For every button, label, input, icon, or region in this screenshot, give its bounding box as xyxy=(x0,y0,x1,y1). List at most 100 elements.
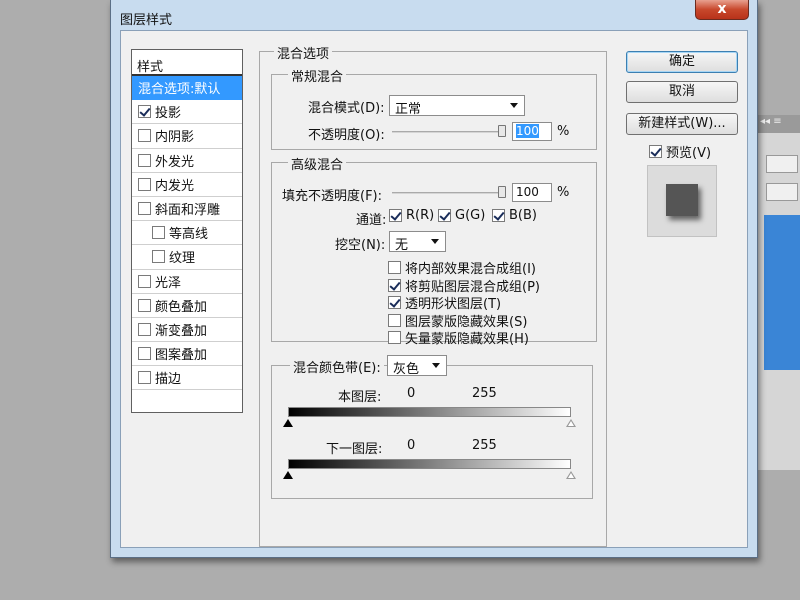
advanced-option-row[interactable]: 矢量蒙版隐藏效果(H) xyxy=(388,328,529,347)
style-checkbox[interactable] xyxy=(152,226,165,240)
opacity-slider[interactable] xyxy=(392,125,506,138)
advanced-option-checkbox[interactable] xyxy=(388,313,401,327)
new-style-button[interactable]: 新建样式(W)... xyxy=(626,113,738,135)
style-item-label: 描边 xyxy=(155,372,182,388)
style-item[interactable]: 光泽 xyxy=(132,270,242,294)
advanced-option-checkbox[interactable] xyxy=(388,296,401,309)
style-item[interactable]: 斜面和浮雕 xyxy=(132,197,242,222)
styles-items: 混合选项:默认投影内阴影外发光内发光斜面和浮雕 等高线纹理光泽颜色叠加渐变叠加图案… xyxy=(132,76,242,391)
chevron-down-icon xyxy=(510,103,518,108)
style-item-label: 投影 xyxy=(155,106,182,122)
advanced-blending-group: 高级混合 填充不透明度(F): 100 % 通道: R(R) G(G) B(B) 挖… xyxy=(271,154,597,347)
blending-options-title: 混合选项 xyxy=(274,43,333,62)
fill-opacity-slider-track xyxy=(392,192,506,194)
style-checkbox[interactable] xyxy=(138,298,151,312)
style-checkbox[interactable] xyxy=(138,371,151,385)
style-checkbox[interactable] xyxy=(138,153,151,167)
style-item-label: 颜色叠加 xyxy=(155,299,208,315)
preview-checkbox-row[interactable]: 预览(V) xyxy=(649,142,711,161)
channel-label: R(R) xyxy=(406,208,435,223)
opacity-unit: % xyxy=(557,124,570,139)
knockout-dropdown[interactable]: 无 xyxy=(389,231,446,253)
style-item[interactable]: 纹理 xyxy=(132,245,242,270)
style-item-label: 图案叠加 xyxy=(155,348,208,364)
opacity-slider-thumb[interactable] xyxy=(498,125,506,137)
panel-menu-icon: ◂◂ ≡ xyxy=(760,116,782,127)
style-item[interactable]: 等高线 xyxy=(132,221,242,246)
advanced-option-row[interactable]: 图层蒙版隐藏效果(S) xyxy=(388,311,527,330)
white-point-marker-icon[interactable] xyxy=(566,471,576,479)
blend-if-dropdown[interactable]: 灰色 xyxy=(387,355,447,377)
white-point-marker-icon[interactable] xyxy=(566,419,576,427)
styles-header[interactable]: 样式 xyxy=(132,50,242,76)
background-panel-selection xyxy=(764,215,800,370)
style-checkbox[interactable] xyxy=(152,250,165,264)
advanced-option-checkbox[interactable] xyxy=(388,278,401,292)
advanced-option-row[interactable]: 将内部效果混合成组(I) xyxy=(388,258,536,277)
fill-opacity-slider-thumb[interactable] xyxy=(498,186,506,198)
ok-button[interactable]: 确定 xyxy=(626,51,738,73)
style-item[interactable]: 混合选项:默认 xyxy=(132,76,242,101)
style-checkbox[interactable] xyxy=(138,322,151,336)
this-layer-max: 255 xyxy=(472,386,497,401)
advanced-option-row[interactable]: 透明形状图层(T) xyxy=(388,293,501,312)
dialog-titlebar[interactable]: 图层样式 x xyxy=(111,0,757,30)
channel-checkbox-row[interactable]: R(R) xyxy=(389,208,434,223)
underlying-layer-gradient xyxy=(288,459,571,469)
channel-checkbox-row[interactable]: B(B) xyxy=(492,208,537,223)
underlying-layer-min: 0 xyxy=(407,438,416,453)
style-item[interactable]: 内阴影 xyxy=(132,124,242,149)
style-checkbox[interactable] xyxy=(138,177,151,191)
preview-label: 预览(V) xyxy=(666,146,712,161)
advanced-option-checkbox[interactable] xyxy=(388,331,401,344)
style-item-label: 纹理 xyxy=(169,251,196,267)
this-layer-label: 本图层: xyxy=(338,390,382,405)
opacity-input[interactable]: 100 xyxy=(512,122,552,141)
blend-mode-dropdown[interactable]: 正常 xyxy=(389,95,525,117)
channel-label: G(G) xyxy=(455,208,486,223)
channel-checkbox[interactable] xyxy=(438,209,451,222)
general-blending-group: 常规混合 混合模式(D): 正常 不透明度(O): 100 % xyxy=(271,66,597,150)
advanced-option-label: 矢量蒙版隐藏效果(H) xyxy=(405,332,529,347)
fill-opacity-slider[interactable] xyxy=(392,186,506,199)
style-item[interactable]: 图案叠加 xyxy=(132,342,242,367)
style-item-label: 内阴影 xyxy=(155,130,195,146)
black-point-marker-icon[interactable] xyxy=(283,471,293,479)
channels-label: 通道: xyxy=(356,213,387,228)
blend-if-label: 混合颜色带(E): xyxy=(290,357,384,376)
preview-checkbox[interactable] xyxy=(649,145,662,158)
cancel-button[interactable]: 取消 xyxy=(626,81,738,103)
channel-checkbox[interactable] xyxy=(389,209,402,222)
chevron-down-icon xyxy=(432,363,440,368)
advanced-option-label: 将剪贴图层混合成组(P) xyxy=(405,279,540,295)
style-item[interactable]: 颜色叠加 xyxy=(132,294,242,318)
style-item-label: 光泽 xyxy=(155,275,182,291)
channel-checkbox-row[interactable]: G(G) xyxy=(438,208,485,223)
style-checkbox[interactable] xyxy=(138,347,151,361)
advanced-option-label: 将内部效果混合成组(I) xyxy=(405,262,536,277)
black-point-marker-icon[interactable] xyxy=(283,419,293,427)
style-checkbox[interactable] xyxy=(138,129,151,143)
close-button[interactable]: x xyxy=(695,0,749,20)
style-item-label: 内发光 xyxy=(155,178,195,194)
style-checkbox[interactable] xyxy=(138,274,151,288)
background-panel-bar: ◂◂ ≡ xyxy=(756,115,800,133)
channel-checkbox[interactable] xyxy=(492,209,505,222)
style-item[interactable]: 外发光 xyxy=(132,149,242,173)
advanced-option-checkbox[interactable] xyxy=(388,261,401,274)
style-checkbox[interactable] xyxy=(138,202,151,216)
knockout-value: 无 xyxy=(395,238,409,253)
advanced-option-label: 图层蒙版隐藏效果(S) xyxy=(405,314,528,330)
style-item[interactable]: 描边 xyxy=(132,366,242,391)
style-item[interactable]: 投影 xyxy=(132,100,242,125)
channel-label: B(B) xyxy=(509,208,537,223)
fill-opacity-input[interactable]: 100 xyxy=(512,183,552,202)
this-layer-min: 0 xyxy=(407,386,416,401)
style-item[interactable]: 渐变叠加 xyxy=(132,318,242,343)
advanced-option-row[interactable]: 将剪贴图层混合成组(P) xyxy=(388,276,540,295)
fill-opacity-value: 100 xyxy=(516,185,539,199)
style-item[interactable]: 内发光 xyxy=(132,173,242,197)
blending-options-panel: 混合选项 常规混合 混合模式(D): 正常 不透明度(O): 100 % 高级混… xyxy=(259,43,607,547)
style-checkbox[interactable] xyxy=(138,105,151,119)
fill-opacity-label: 填充不透明度(F): xyxy=(282,189,383,204)
